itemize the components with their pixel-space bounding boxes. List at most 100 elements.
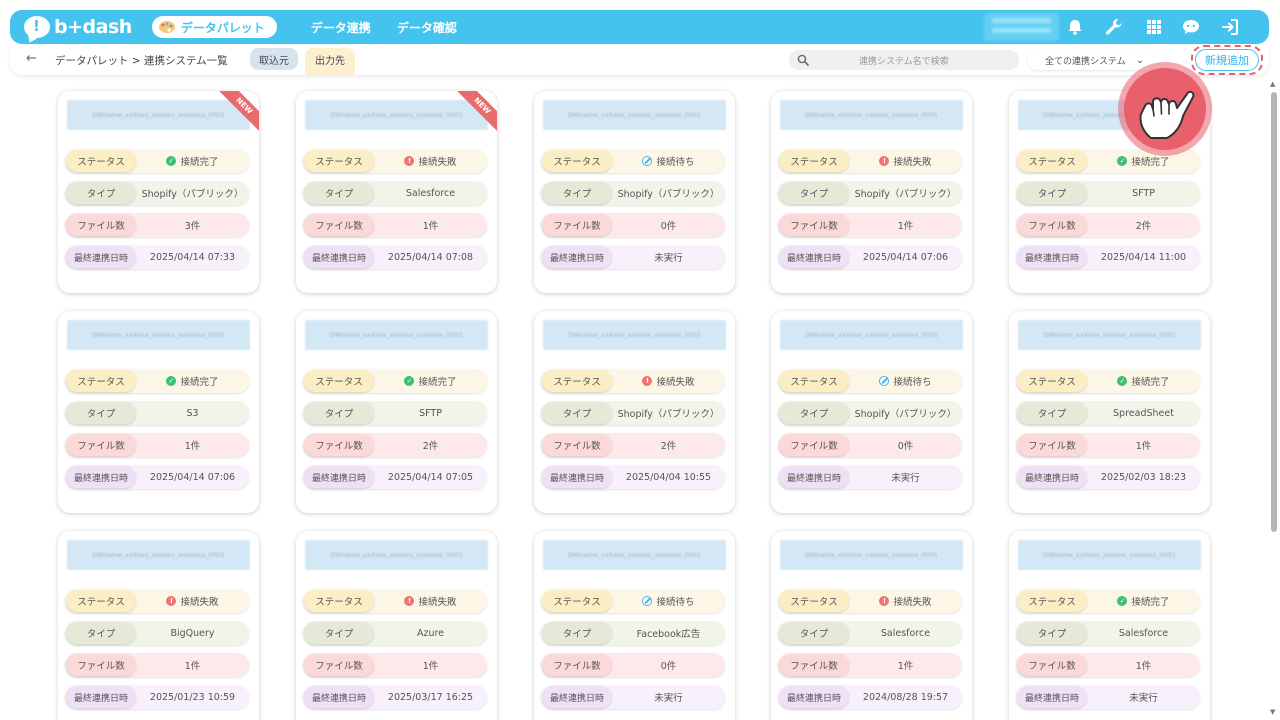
status-text: 接続失敗 bbox=[656, 377, 695, 388]
card-title: DWname_xxXxxx_xxxxxx_xxxxxxx_0001 bbox=[543, 320, 726, 350]
last-sync-row: 最終連携日時 未実行 bbox=[541, 685, 725, 709]
status-row: ステータス! 接続失敗 bbox=[65, 589, 249, 613]
type-row: タイプ Facebook広告 bbox=[541, 621, 725, 645]
card-title: DWname_xxXxxx_xxxxxx_xxxxxxx_0001 bbox=[305, 320, 488, 350]
grid-icon[interactable] bbox=[1144, 17, 1164, 37]
status-label: ステータス bbox=[66, 370, 136, 392]
last-sync-value: 未実行 bbox=[1129, 693, 1158, 704]
last-sync-label: 最終連携日時 bbox=[304, 246, 374, 268]
account-info[interactable] bbox=[984, 13, 1059, 41]
bell-icon[interactable] bbox=[1065, 17, 1085, 37]
system-card[interactable]: DWname_xxXxxx_xxxxxx_xxxxxxx_0001 ステータス! 接… bbox=[296, 531, 497, 720]
data-palette-button[interactable]: データパレット bbox=[151, 16, 277, 38]
last-sync-label: 最終連携日時 bbox=[66, 466, 136, 488]
last-sync-label: 最終連携日時 bbox=[66, 686, 136, 708]
status-label: ステータス bbox=[1017, 590, 1087, 612]
system-card[interactable]: DWname_xxXxxx_xxxxxx_xxxxxxx_0001 ステータス ✓ 接… bbox=[1009, 531, 1210, 720]
file-count-row: ファイル数 1件 bbox=[65, 653, 249, 677]
type-label: タイプ bbox=[1017, 182, 1087, 204]
type-row: タイプ Shopify（パブリック） bbox=[541, 401, 725, 425]
system-card[interactable]: DWname_xxXxxx_xxxxxx_xxxxxxx_0001 ステータス! 接… bbox=[534, 311, 735, 513]
last-sync-row: 最終連携日時 2025/04/14 07:06 bbox=[65, 465, 249, 489]
palette-icon bbox=[158, 21, 175, 33]
tab-import-source[interactable]: 取込元 bbox=[250, 48, 298, 70]
system-card[interactable]: DWname_xxXxxx_xxxxxx_xxxxxxx_0001 ステータス ✓ 接… bbox=[58, 311, 259, 513]
type-row: タイプ Salesforce bbox=[1016, 621, 1200, 645]
status-value: ✓ 接続完了 bbox=[1087, 374, 1200, 388]
vertical-scrollbar[interactable]: ▲ ▼ bbox=[1270, 80, 1278, 720]
status-text: 接続完了 bbox=[1131, 377, 1170, 388]
last-sync-row: 最終連携日時 2025/04/14 07:06 bbox=[778, 245, 962, 269]
type-value: SFTP bbox=[419, 407, 442, 419]
status-label: ステータス bbox=[1017, 370, 1087, 392]
system-card[interactable]: DWname_xxXxxx_xxxxxx_xxxxxxx_0001 ステータス 接続… bbox=[771, 311, 972, 513]
type-row: タイプ Shopify（パブリック） bbox=[778, 181, 962, 205]
system-card[interactable]: DWname_xxXxxx_xxxxxx_xxxxxxx_0001 ステータス! 接… bbox=[58, 531, 259, 720]
file-count-row: ファイル数 0件 bbox=[541, 653, 725, 677]
last-sync-label: 最終連携日時 bbox=[1017, 246, 1087, 268]
status-row: ステータス 接続待ち bbox=[778, 369, 962, 393]
card-title: DWname_xxXxxx_xxxxxx_xxxxxxx_0001 bbox=[780, 540, 963, 570]
last-sync-row: 最終連携日時 未実行 bbox=[778, 465, 962, 489]
last-sync-value: 2025/04/14 07:08 bbox=[387, 251, 474, 263]
file-count-row: ファイル数 1件 bbox=[65, 433, 249, 457]
system-card[interactable]: DWname_xxXxxx_xxxxxx_xxxxxxx_0001 ステータス 接続… bbox=[534, 91, 735, 293]
search-input[interactable]: 連携システム名で検索 bbox=[789, 50, 1019, 70]
file-count-row: ファイル数 1件 bbox=[778, 653, 962, 677]
status-value: ! 接続失敗 bbox=[849, 594, 962, 608]
type-value: Salesforce bbox=[880, 627, 931, 639]
status-text: 接続完了 bbox=[180, 157, 219, 168]
add-new-button[interactable]: 新規追加 bbox=[1195, 49, 1259, 71]
pointer-hint bbox=[1118, 62, 1212, 156]
tab-export-destination[interactable]: 出力先 bbox=[305, 48, 355, 75]
system-card[interactable]: DWname_xxXxxx_xxxxxx_xxxxxxx_0001 ステータス ✓ 接… bbox=[296, 311, 497, 513]
type-value: BigQuery bbox=[170, 627, 215, 639]
status-text: 接続失敗 bbox=[893, 597, 932, 608]
type-label: タイプ bbox=[66, 622, 136, 644]
scroll-up-icon[interactable]: ▲ bbox=[1270, 80, 1275, 88]
logo[interactable]: b+dash bbox=[24, 16, 132, 38]
system-card[interactable]: DWname_xxXxxx_xxxxxx_xxxxxxx_0001 ステータス! 接… bbox=[771, 91, 972, 293]
chat-bot-icon[interactable] bbox=[1181, 17, 1201, 37]
system-card[interactable]: DWname_xxXxxx_xxxxxx_xxxxxxx_0001 ステータス ✓ 接… bbox=[1009, 311, 1210, 513]
check-circle-icon: ✓ bbox=[404, 376, 415, 386]
logo-text: b+dash bbox=[54, 16, 132, 38]
nav-data-integration[interactable]: データ連携 bbox=[311, 19, 371, 36]
wrench-icon[interactable] bbox=[1104, 17, 1124, 37]
type-row: タイプ S3 bbox=[65, 401, 249, 425]
last-sync-value: 未実行 bbox=[891, 473, 920, 484]
app-header: b+dash データパレット データ連携 データ確認 bbox=[10, 10, 1269, 44]
logout-icon[interactable] bbox=[1220, 17, 1240, 37]
filter-value: 全ての連携システム bbox=[1045, 56, 1126, 67]
file-count-row: ファイル数 0件 bbox=[541, 213, 725, 237]
type-row: タイプ Salesforce bbox=[778, 621, 962, 645]
file-count-label: ファイル数 bbox=[66, 654, 136, 676]
card-title: DWname_xxXxxx_xxxxxx_xxxxxxx_0001 bbox=[780, 100, 963, 130]
system-card[interactable]: DWname_xxXxxx_xxxxxx_xxxxxxx_0001 NEW ステータ… bbox=[58, 91, 259, 293]
file-count-value: 1件 bbox=[897, 661, 914, 672]
card-title: DWname_xxXxxx_xxxxxx_xxxxxxx_0001 bbox=[543, 540, 726, 570]
file-count-label: ファイル数 bbox=[66, 434, 136, 456]
card-title: DWname_xxXxxx_xxxxxx_xxxxxxx_0001 bbox=[67, 320, 250, 350]
system-card[interactable]: DWname_xxXxxx_xxxxxx_xxxxxxx_0001 NEW ステータ… bbox=[296, 91, 497, 293]
file-count-row: ファイル数 1件 bbox=[778, 213, 962, 237]
type-value: Facebook広告 bbox=[636, 629, 701, 640]
nav-data-check[interactable]: データ確認 bbox=[397, 19, 457, 36]
system-card[interactable]: DWname_xxXxxx_xxxxxx_xxxxxxx_0001 ステータス 接続… bbox=[534, 531, 735, 720]
last-sync-label: 最終連携日時 bbox=[304, 686, 374, 708]
type-label: タイプ bbox=[1017, 622, 1087, 644]
last-sync-label: 最終連携日時 bbox=[779, 686, 849, 708]
status-value: ✓ 接続完了 bbox=[136, 154, 249, 168]
status-row: ステータス! 接続失敗 bbox=[303, 149, 487, 173]
status-text: 接続完了 bbox=[1131, 597, 1170, 608]
type-value: SFTP bbox=[1132, 187, 1155, 199]
system-card[interactable]: DWname_xxXxxx_xxxxxx_xxxxxxx_0001 ステータス! 接… bbox=[771, 531, 972, 720]
scroll-down-icon[interactable]: ▼ bbox=[1270, 708, 1275, 716]
status-row: ステータス ✓ 接続完了 bbox=[65, 369, 249, 393]
error-circle-icon: ! bbox=[404, 596, 415, 606]
file-count-label: ファイル数 bbox=[779, 214, 849, 236]
last-sync-row: 最終連携日時 2025/01/23 10:59 bbox=[65, 685, 249, 709]
scroll-thumb[interactable] bbox=[1271, 92, 1277, 532]
status-text: 接続待ち bbox=[656, 157, 695, 168]
back-arrow-icon[interactable]: ← bbox=[26, 51, 37, 66]
